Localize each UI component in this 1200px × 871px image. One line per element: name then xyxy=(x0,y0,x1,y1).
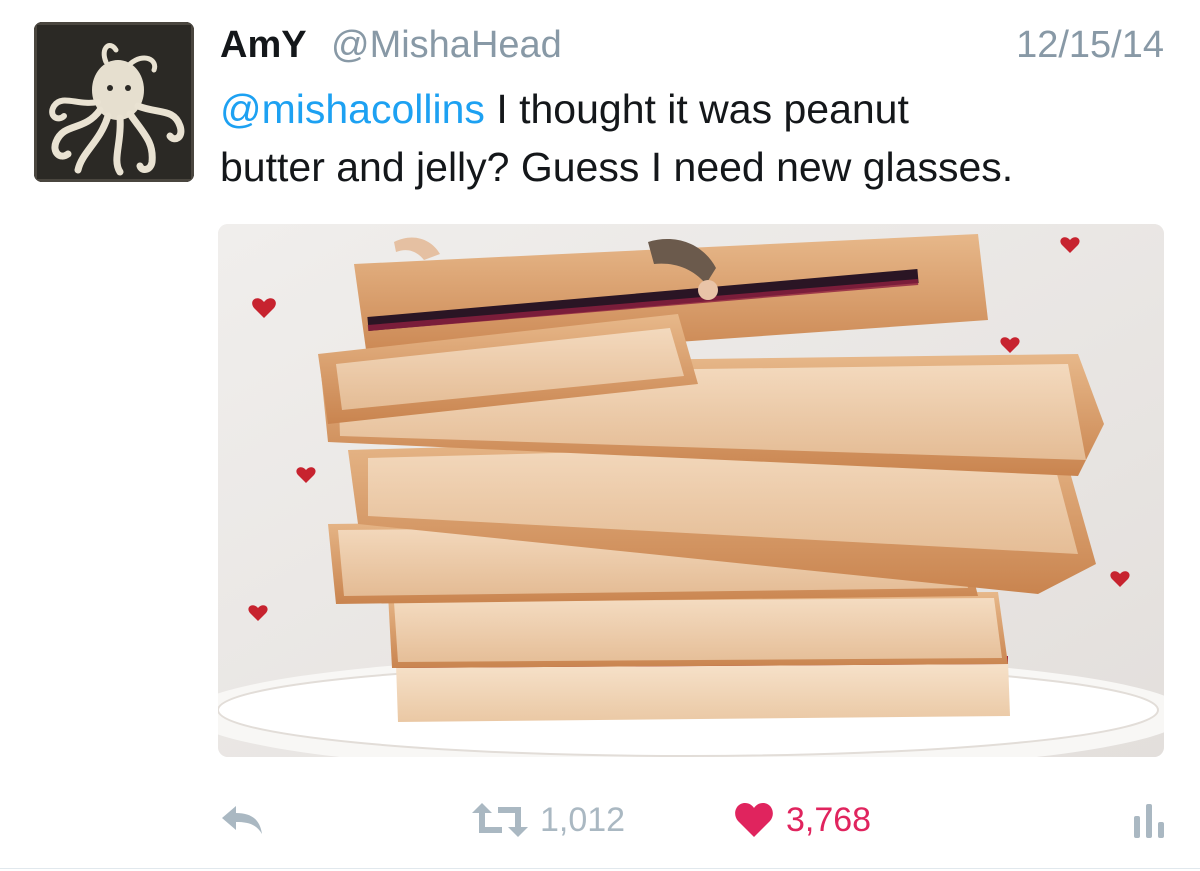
retweet-button[interactable]: 1,012 xyxy=(472,790,625,850)
tweet-date: 12/15/14 xyxy=(1016,24,1164,66)
tweet-text-line-1: @mishacollins I thought it was peanut xyxy=(220,80,1170,138)
bar-chart-icon xyxy=(1134,804,1164,838)
reply-button[interactable] xyxy=(220,790,266,850)
divider xyxy=(0,868,1200,869)
like-button[interactable]: 3,768 xyxy=(734,790,871,850)
display-name[interactable]: AmY xyxy=(220,22,307,68)
sandwich-stack-photo xyxy=(218,224,1164,757)
tweet-card[interactable]: AmY @MishaHead 12/15/14 @mishacollins I … xyxy=(0,0,1200,871)
octopus-avatar-image xyxy=(34,22,194,182)
heart-icon xyxy=(735,803,773,837)
like-count: 3,768 xyxy=(786,801,872,839)
user-handle[interactable]: @MishaHead xyxy=(331,22,562,68)
retweet-count: 1,012 xyxy=(540,801,626,839)
tweet-actions: 1,012 3,768 xyxy=(0,790,1200,850)
reply-arrow-icon xyxy=(222,806,262,834)
analytics-button[interactable] xyxy=(1132,790,1166,850)
tweet-media-photo[interactable] xyxy=(218,224,1164,757)
mention-link[interactable]: @mishacollins xyxy=(220,86,485,132)
retweet-icon xyxy=(472,803,528,837)
tweet-text-line-2: butter and jelly? Guess I need new glass… xyxy=(220,144,1014,190)
tweet-header: AmY @MishaHead 12/15/14 xyxy=(220,22,1164,68)
tweet-text-segment: I thought it was peanut xyxy=(484,86,909,132)
avatar[interactable] xyxy=(34,22,194,182)
tweet-text: @mishacollins I thought it was peanut bu… xyxy=(220,80,1170,196)
